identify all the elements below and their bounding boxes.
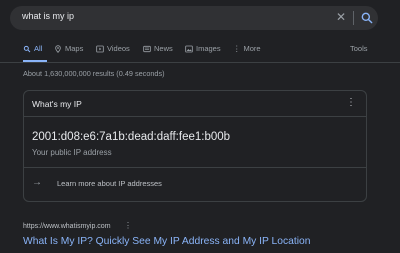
tab-videos[interactable]: Videos: [96, 44, 130, 53]
search-tabs: All Maps Videos News Images ⋮ More Tools: [0, 44, 400, 62]
tools-button[interactable]: Tools: [350, 44, 368, 53]
search-divider: [353, 11, 354, 25]
news-icon: [143, 45, 151, 52]
ip-subtitle: Your public IP address: [32, 148, 112, 157]
tab-all[interactable]: All: [23, 44, 42, 53]
close-icon[interactable]: ✕: [336, 9, 346, 25]
tab-label: Videos: [107, 44, 130, 53]
card-title: What's my IP: [32, 99, 82, 109]
arrow-right-icon[interactable]: →: [32, 177, 42, 189]
tab-label: More: [243, 44, 261, 53]
more-vertical-icon[interactable]: ⋮: [124, 221, 132, 230]
image-icon: [185, 45, 193, 52]
card-divider: [24, 116, 366, 117]
tab-label: All: [34, 44, 43, 53]
result-url[interactable]: https://www.whatismyip.com: [23, 223, 111, 230]
card-divider: [24, 167, 366, 168]
play-icon: [96, 45, 104, 52]
tab-label: Maps: [65, 44, 84, 53]
tab-label: Images: [196, 44, 221, 53]
search-icon: [23, 45, 31, 52]
tab-news[interactable]: News: [143, 44, 173, 53]
tab-maps[interactable]: Maps: [54, 44, 83, 53]
tab-label: News: [154, 44, 173, 53]
map-pin-icon: [55, 44, 61, 53]
tab-more[interactable]: ⋮ More: [233, 44, 261, 53]
tabs-divider: [0, 62, 400, 63]
search-box[interactable]: what is my ip ✕: [10, 6, 378, 30]
search-icon[interactable]: [360, 11, 374, 25]
result-stats: About 1,630,000,000 results (0.49 second…: [23, 69, 165, 78]
more-vertical-icon[interactable]: ⋮: [346, 97, 356, 109]
tab-images[interactable]: Images: [185, 44, 221, 53]
ip-address: 2001:d08:e6:7a1b:dead:daff:fee1:b00b: [32, 131, 231, 143]
result-title-link[interactable]: What Is My IP? Quickly See My IP Address…: [23, 236, 310, 247]
search-input[interactable]: what is my ip: [22, 11, 74, 21]
ip-card: What's my IP ⋮ 2001:d08:e6:7a1b:dead:daf…: [23, 90, 367, 202]
learn-more-link[interactable]: Learn more about IP addresses: [57, 179, 162, 188]
more-vertical-icon: ⋮: [233, 44, 241, 53]
tools-label: Tools: [350, 44, 368, 53]
